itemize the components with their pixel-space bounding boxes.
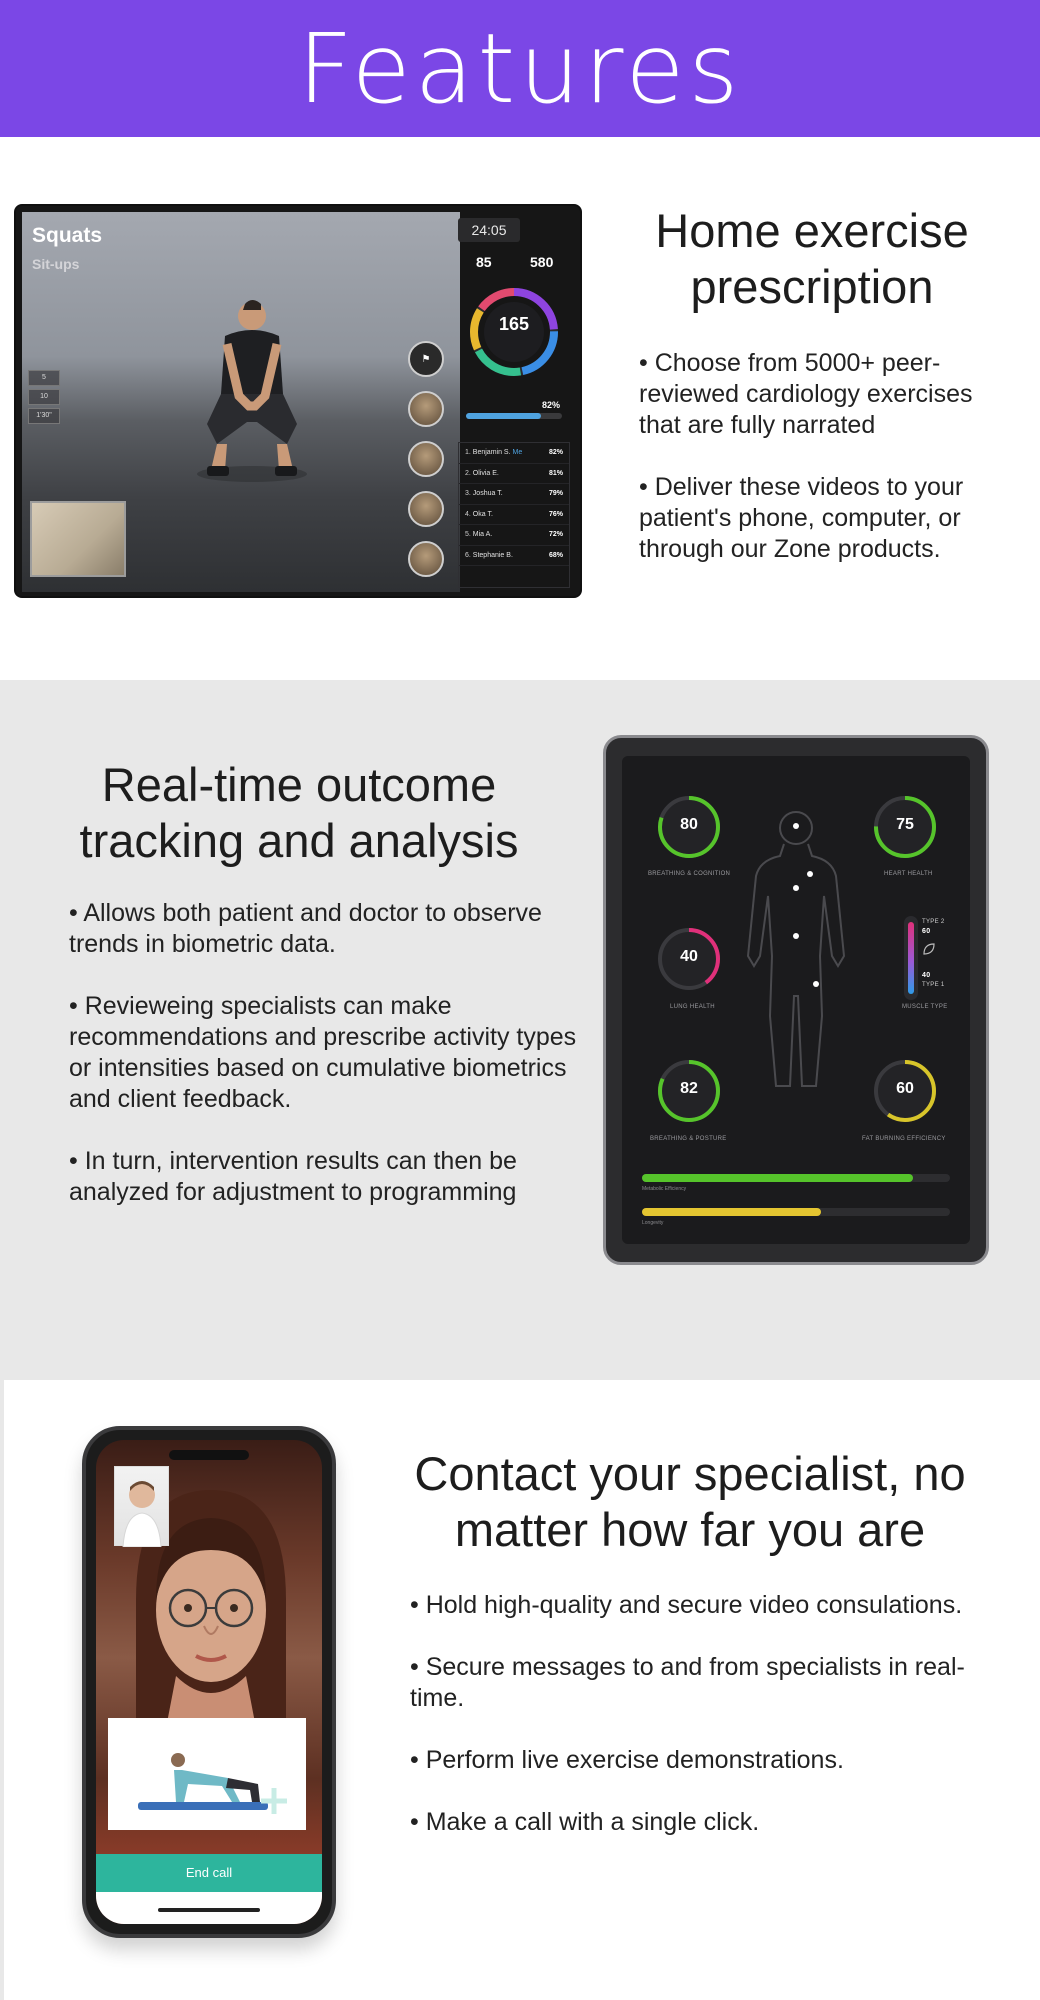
list-item: 3. Joshua T. 79% xyxy=(459,484,569,505)
gauge-label: BREATHING & COGNITION xyxy=(648,871,731,877)
muscle-type-2-label: TYPE 2 xyxy=(922,919,945,925)
gauge-value: 82 xyxy=(680,1080,698,1097)
metabolic-efficiency-bar xyxy=(642,1174,950,1182)
page-title: Features xyxy=(297,12,743,125)
doctor-avatar xyxy=(122,1481,162,1548)
flag-icon[interactable]: ⚑ xyxy=(408,341,444,377)
avatar[interactable] xyxy=(408,391,444,427)
bar-fill xyxy=(642,1174,914,1182)
bullet-item: • Deliver these videos to your patient's… xyxy=(639,473,964,563)
exercise-demo-figure xyxy=(138,1753,287,1814)
leaf-icon xyxy=(923,943,935,955)
workout-timer: 24:05 xyxy=(458,218,520,242)
avatar[interactable] xyxy=(408,441,444,477)
muscle-type-2-value: 60 xyxy=(922,928,931,935)
biometrics-dashboard: 80 BREATHING & COGNITION 75 HEART HEALTH… xyxy=(622,756,970,1244)
gauge-label: FAT BURNING EFFICIENCY xyxy=(862,1136,946,1142)
leaderboard: 1. Benjamin S. Me 82% 2. Olivia E. 81% 3. … xyxy=(458,442,570,588)
gauge-label: MUSCLE TYPE xyxy=(902,1004,948,1010)
specialist-video-thumbnail xyxy=(114,1466,169,1548)
tablet-device-image: 80 BREATHING & COGNITION 75 HEART HEALTH… xyxy=(603,735,989,1265)
list-item: 2. Olivia E. 81% xyxy=(459,464,569,484)
list-item: 4. Oka T. 76% xyxy=(459,505,569,525)
exercise-screen-image: Squats Sit-ups 5 10 1'30" ⚑ 24:05 85 580… xyxy=(16,206,580,596)
patient-thumbnail xyxy=(30,501,126,577)
body-silhouette xyxy=(746,811,846,1087)
step-item: 1'30" xyxy=(28,408,60,424)
stat-value-right: 580 xyxy=(530,254,554,270)
section-title: Contact your specialist, no matter how f… xyxy=(414,1447,966,1556)
avatar[interactable] xyxy=(408,541,444,577)
participant-avatars: ⚑ xyxy=(408,341,446,591)
progress-bar-fill xyxy=(466,413,541,419)
trainer-figure xyxy=(197,300,307,482)
bullet-item: • Make a call with a single click. xyxy=(410,1808,760,1836)
gauge-value: 75 xyxy=(896,816,914,833)
heart-rate-value: 165 xyxy=(498,314,530,334)
bullet-item: • Allows both patient and doctor to obse… xyxy=(69,899,542,958)
gauge-value: 40 xyxy=(680,948,698,965)
section-title: Real-time outcome tracking and analysis xyxy=(79,758,519,867)
longevity-bar xyxy=(642,1208,950,1216)
bar-label: Longevity xyxy=(642,1220,664,1226)
gauge-label: BREATHING & POSTURE xyxy=(650,1136,727,1142)
end-call-button[interactable]: End call xyxy=(96,1854,322,1892)
muscle-type-1-value: 40 xyxy=(922,972,931,979)
muscle-type-bar xyxy=(904,916,918,1000)
bar-label: Metabolic Efficiency xyxy=(642,1186,687,1192)
feature-bullets: • Choose from 5000+ peer-reviewed cardio… xyxy=(639,348,1015,596)
gauge-value: 80 xyxy=(680,816,698,833)
section-home-exercise: Squats Sit-ups 5 10 1'30" ⚑ 24:05 85 580… xyxy=(0,137,1040,680)
exercise-video: Squats Sit-ups 5 10 1'30" xyxy=(22,212,460,592)
section-outcome-tracking: Real-time outcome tracking and analysis … xyxy=(0,680,1040,1380)
bullet-item: • In turn, intervention results can then… xyxy=(69,1147,517,1206)
bullet-item: • Revieweing specialists can make recomm… xyxy=(69,992,577,1113)
current-exercise-label: Squats xyxy=(32,224,103,247)
list-item: 1. Benjamin S. Me 82% xyxy=(459,443,569,464)
bullet-item: • Choose from 5000+ peer-reviewed cardio… xyxy=(639,349,973,439)
gauge-label: HEART HEALTH xyxy=(884,871,933,877)
gauge-value: 60 xyxy=(896,1080,914,1097)
bullet-item: • Perform live exercise demonstrations. xyxy=(410,1746,844,1774)
list-item: 6. Stephanie B. 68% xyxy=(459,546,569,566)
list-item: 5. Mia A. 72% xyxy=(459,525,569,546)
bar-fill xyxy=(642,1208,821,1216)
home-indicator xyxy=(158,1908,260,1912)
muscle-type-1-label: TYPE 1 xyxy=(922,982,945,988)
section-title: Home exercise prescription xyxy=(655,204,969,313)
avatar[interactable] xyxy=(408,491,444,527)
features-header: Features xyxy=(0,0,1040,137)
section-contact-specialist: End call Contact your specialist, no mat… xyxy=(0,1380,1040,2000)
phone-device-image: End call xyxy=(82,1426,336,1938)
video-call-screen: End call xyxy=(96,1440,322,1924)
next-exercise-label: Sit-ups xyxy=(32,256,80,272)
feature-bullets: • Allows both patient and doctor to obse… xyxy=(69,898,589,1239)
phone-notch xyxy=(169,1450,249,1460)
bullet-item: • Hold high-quality and secure video con… xyxy=(410,1591,963,1619)
feature-bullets: • Hold high-quality and secure video con… xyxy=(410,1590,970,1869)
stat-value-left: 85 xyxy=(476,254,492,270)
step-item: 10 xyxy=(28,389,60,405)
step-item: 5 xyxy=(28,370,60,386)
gauge-label: LUNG HEALTH xyxy=(670,1004,715,1010)
progress-bar xyxy=(466,413,562,419)
stats-panel: 24:05 85 580 165 82% 1. Benjamin S. Me 82… xyxy=(456,212,574,592)
progress-percent: 82% xyxy=(542,400,561,410)
exercise-steps: 5 10 1'30" xyxy=(28,370,60,427)
exercise-demo-video xyxy=(108,1718,306,1830)
bullet-item: • Secure messages to and from specialist… xyxy=(410,1653,965,1712)
